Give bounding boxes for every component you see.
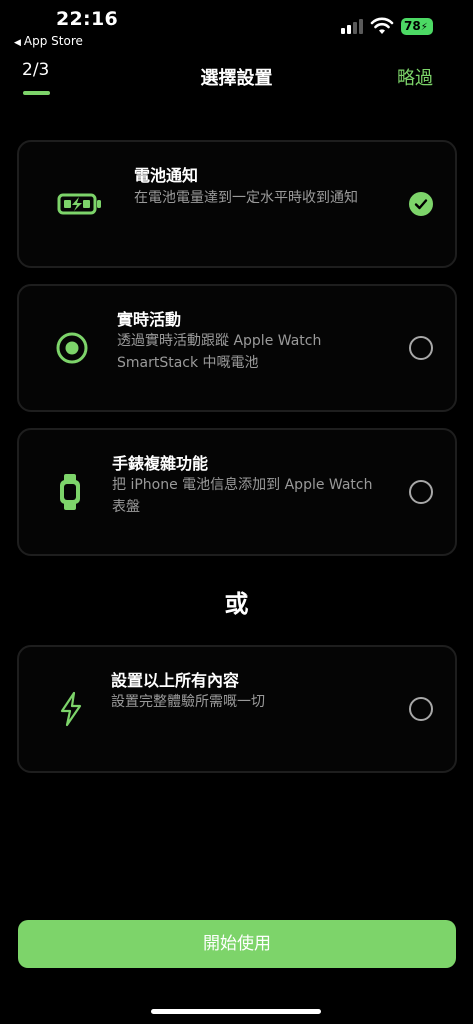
home-indicator <box>151 1009 321 1014</box>
option-title: 手錶複雜功能 <box>112 454 209 473</box>
option-title: 實時活動 <box>117 310 182 329</box>
cellular-signal-icon <box>341 18 365 34</box>
option-description: 設置完整體驗所需嘅一切 <box>111 694 265 710</box>
option-title: 設置以上所有內容 <box>111 671 240 690</box>
option-card-battery-notification[interactable]: 電池通知 在電池電量達到一定水平時收到通知 <box>17 140 457 268</box>
option-description: 透過實時活動跟蹤 Apple Watch SmartStack 中嘅電池 <box>117 330 321 374</box>
option-radio[interactable] <box>409 480 433 504</box>
back-app-label: App Store <box>23 34 83 48</box>
apple-watch-icon <box>57 473 83 511</box>
option-card-setup-all[interactable]: 設置以上所有內容 設置完整體驗所需嘅一切 <box>17 645 457 773</box>
battery-charging-icon <box>57 192 103 216</box>
option-radio-checked[interactable] <box>409 192 433 216</box>
option-description: 把 iPhone 電池信息添加到 Apple Watch 表盤 <box>112 474 373 518</box>
option-radio[interactable] <box>409 697 433 721</box>
status-time: 22:16 <box>56 8 118 30</box>
option-card-live-activity[interactable]: 實時活動 透過實時活動跟蹤 Apple Watch SmartStack 中嘅電… <box>17 284 457 412</box>
option-description-line: SmartStack 中嘅電池 <box>117 355 259 371</box>
option-description-line: 透過實時活動跟蹤 Apple Watch <box>117 333 322 349</box>
step-progress-bar <box>23 91 50 95</box>
battery-indicator: 78⚡ <box>401 18 433 35</box>
option-title: 電池通知 <box>134 166 199 185</box>
checkmark-icon <box>414 199 428 210</box>
option-description: 在電池電量達到一定水平時收到通知 <box>134 190 358 206</box>
battery-level: 78 <box>404 19 421 33</box>
back-triangle-icon: ◀ <box>14 38 21 48</box>
back-to-app-link[interactable]: ◀ App Store <box>14 34 83 48</box>
charging-bolt-icon: ⚡ <box>420 22 428 33</box>
option-card-watch-complications[interactable]: 手錶複雜功能 把 iPhone 電池信息添加到 Apple Watch 表盤 <box>17 428 457 556</box>
option-radio[interactable] <box>409 336 433 360</box>
wifi-icon <box>370 17 394 34</box>
lightning-icon <box>59 691 83 727</box>
option-description-line: 表盤 <box>112 499 140 515</box>
or-divider: 或 <box>224 590 249 618</box>
status-bar: 22:16 ◀ App Store 78⚡ <box>0 0 473 52</box>
option-description-line: 把 iPhone 電池信息添加到 Apple Watch <box>112 477 373 493</box>
record-circle-icon <box>55 331 89 365</box>
skip-button[interactable]: 略過 <box>397 64 433 90</box>
start-button[interactable]: 開始使用 <box>18 920 456 968</box>
